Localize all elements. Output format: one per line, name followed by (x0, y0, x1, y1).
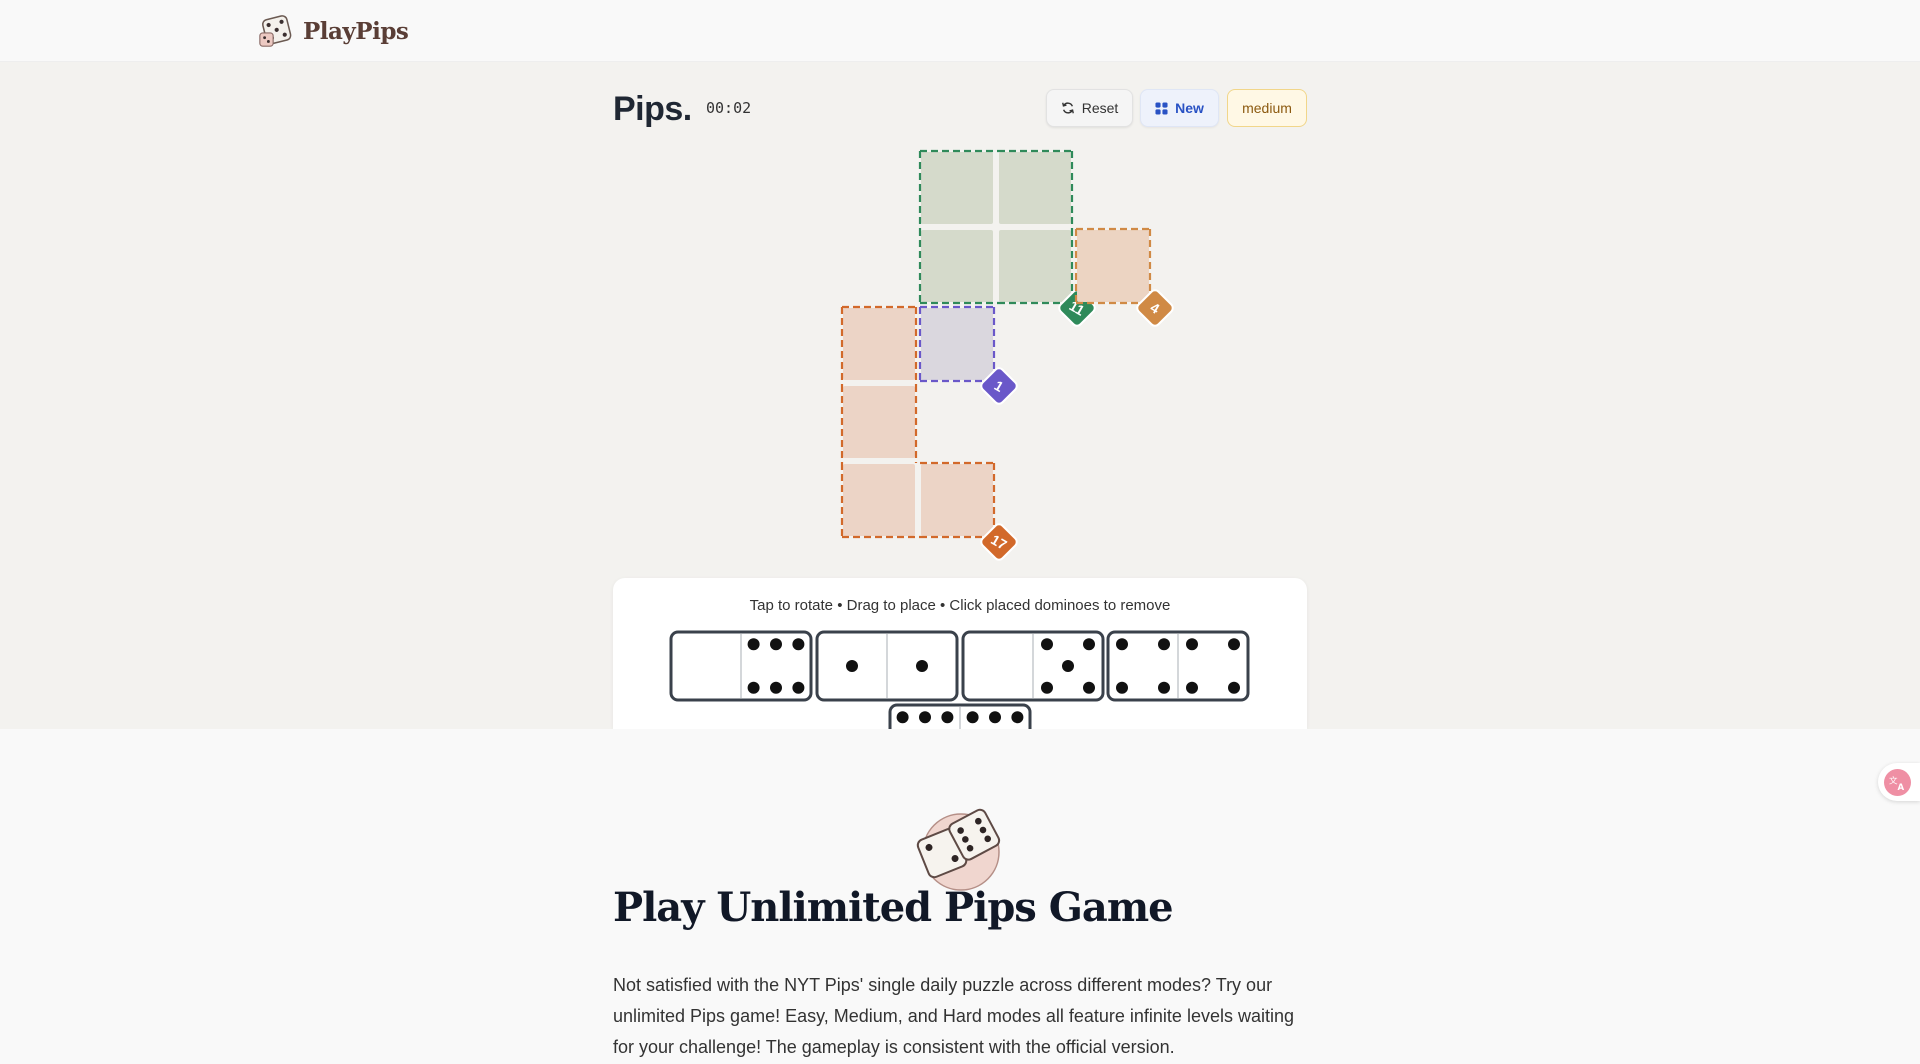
dice-icon (259, 15, 292, 47)
domino-pip (1083, 681, 1095, 694)
domino-pip (770, 681, 782, 694)
difficulty-button[interactable]: medium (1227, 89, 1307, 127)
hero-title: Play Unlimited Pips Game (613, 884, 1174, 931)
domino-pip (747, 638, 760, 651)
domino-pip (792, 681, 805, 694)
board-cell[interactable] (843, 308, 915, 380)
board-cell[interactable] (921, 230, 993, 302)
translate-icon: 文 A (1884, 768, 1911, 796)
domino-pip (1186, 638, 1198, 651)
grid-icon (1155, 101, 1168, 115)
reset-button[interactable]: Reset (1046, 89, 1133, 127)
svg-text:A: A (1898, 783, 1905, 792)
refresh-icon (1061, 102, 1074, 114)
domino-list (669, 630, 1250, 729)
board-cell[interactable] (921, 308, 993, 380)
domino-tile[interactable] (961, 630, 1105, 702)
board-cell[interactable] (843, 464, 915, 536)
reset-label: Reset (1081, 100, 1119, 116)
board-cell[interactable] (999, 152, 1071, 224)
domino-pip (1041, 681, 1053, 694)
brand-name: PlayPips (303, 17, 409, 45)
board-cell[interactable] (921, 152, 993, 224)
board-cell[interactable] (921, 464, 993, 536)
board-cell[interactable] (1077, 230, 1149, 302)
brand-link[interactable]: PlayPips (257, 12, 409, 50)
domino-tile[interactable] (1106, 630, 1250, 702)
domino-pip (1158, 681, 1170, 694)
domino-tile[interactable] (815, 630, 959, 702)
region-green: 11 (918, 149, 1096, 327)
domino-pip (792, 638, 805, 651)
board-cell[interactable] (999, 230, 1071, 302)
domino-pip (989, 711, 1001, 724)
domino-pip (1228, 638, 1240, 651)
board-cell[interactable] (843, 386, 915, 458)
domino-pip (1116, 681, 1128, 694)
new-label: New (1175, 100, 1204, 116)
domino-pip (1116, 638, 1128, 651)
domino-tray: Tap to rotate • Drag to place • Click pl… (613, 578, 1307, 729)
domino-pip (896, 711, 909, 724)
domino-pip (1062, 660, 1074, 672)
game-title: Pips. (613, 90, 692, 128)
domino-pip (747, 681, 760, 694)
domino-pip (1011, 711, 1024, 724)
domino-pip (966, 711, 979, 724)
domino-tile[interactable] (888, 703, 1032, 729)
new-game-button[interactable]: New (1140, 89, 1219, 127)
domino-pip (916, 660, 928, 672)
domino-pip (1186, 681, 1198, 694)
top-navbar: PlayPips (0, 0, 1920, 62)
domino-pip (770, 638, 782, 651)
game-timer: 00:02 (706, 99, 752, 117)
domino-pip (1158, 638, 1170, 651)
translate-widget[interactable]: 文 A (1878, 763, 1920, 801)
domino-pip (1228, 681, 1240, 694)
domino-pip (1041, 638, 1053, 651)
domino-pip (941, 711, 954, 724)
domino-pip (846, 660, 858, 672)
domino-pip (919, 711, 931, 724)
dice-icon (916, 808, 1001, 891)
domino-pip (1083, 638, 1095, 651)
domino-tile[interactable] (669, 630, 813, 702)
hero-description: Not satisfied with the NYT Pips' single … (613, 975, 1294, 1057)
